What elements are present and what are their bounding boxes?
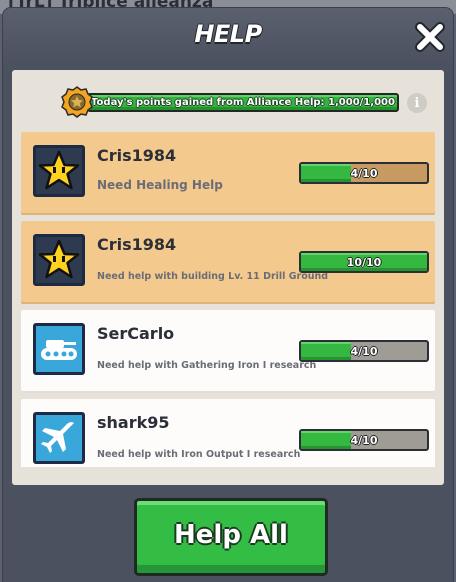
points-text: Today's points gained from Alliance Help…: [91, 97, 395, 108]
dialog-header: HELP: [3, 8, 453, 64]
username: Cris1984: [97, 235, 177, 254]
request-text: Need help with Iron Output I research: [97, 449, 301, 460]
help-request-row[interactable]: Cris1984 Need help with building Lv. 11 …: [21, 221, 435, 304]
avatar: [33, 412, 85, 464]
help-dialog: HELP Today's points gained from Alliance…: [3, 8, 453, 582]
progress-text: 4/10: [350, 344, 378, 358]
progress-text: 4/10: [350, 433, 378, 447]
star-icon: [36, 237, 82, 283]
help-request-list[interactable]: Cris1984 Need Healing Help 4/10 Cris1984…: [21, 132, 435, 467]
dialog-title: HELP: [194, 20, 262, 48]
info-glyph: i: [414, 95, 420, 111]
help-all-button[interactable]: Help All: [134, 498, 328, 576]
help-progress-bar: 4/10: [299, 429, 429, 451]
airplane-icon: [36, 415, 82, 461]
help-all-label: Help All: [174, 520, 288, 550]
progress-text: 4/10: [350, 166, 378, 180]
progress-text: 10/10: [346, 255, 382, 269]
help-request-row[interactable]: SerCarlo Need help with Gathering Iron I…: [21, 310, 435, 393]
daily-points: Today's points gained from Alliance Help…: [61, 86, 401, 118]
help-progress-bar: 10/10: [299, 251, 429, 273]
help-request-row[interactable]: Cris1984 Need Healing Help 4/10: [21, 132, 435, 215]
avatar: [33, 234, 85, 286]
help-progress-bar: 4/10: [299, 340, 429, 362]
close-icon: [415, 22, 445, 52]
request-text: Need Healing Help: [97, 178, 223, 192]
help-progress-bar: 4/10: [299, 162, 429, 184]
info-icon[interactable]: i: [407, 93, 427, 113]
username: shark95: [97, 413, 170, 432]
request-text: Need help with building Lv. 11 Drill Gro…: [97, 271, 329, 282]
help-request-row[interactable]: shark95 Need help with Iron Output I res…: [21, 399, 435, 467]
tank-icon: [36, 326, 82, 372]
medal-icon: [61, 86, 93, 118]
help-panel: Today's points gained from Alliance Help…: [12, 70, 444, 485]
close-button[interactable]: [413, 20, 447, 54]
request-text: Need help with Gathering Iron I research: [97, 360, 317, 371]
points-bar: Today's points gained from Alliance Help…: [87, 93, 399, 112]
username: SerCarlo: [97, 324, 175, 343]
username: Cris1984: [97, 146, 177, 165]
avatar: [33, 323, 85, 375]
star-icon: [36, 148, 82, 194]
avatar: [33, 145, 85, 197]
